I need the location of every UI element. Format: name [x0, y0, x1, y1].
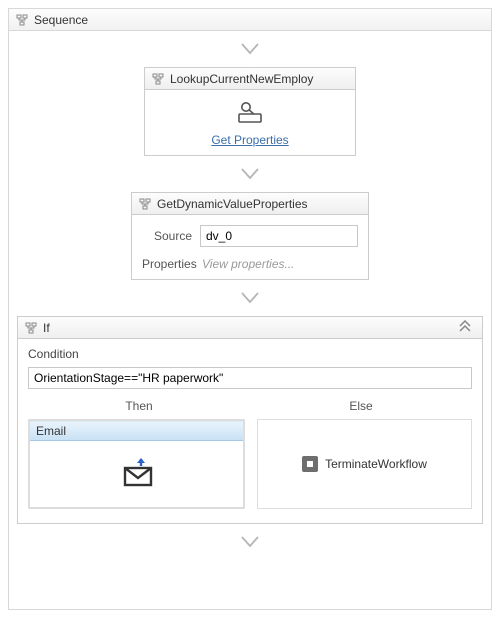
else-label: Else	[250, 399, 472, 413]
if-header[interactable]: If	[18, 317, 482, 339]
stop-icon	[302, 456, 318, 472]
then-branch[interactable]: Email	[28, 419, 245, 509]
lookup-activity[interactable]: LookupCurrentNewEmploy Get Properties	[144, 67, 356, 156]
flow-connector-3[interactable]	[9, 290, 491, 306]
email-activity-body	[30, 441, 243, 507]
flow-connector-1[interactable]	[9, 41, 491, 57]
workflow-icon	[24, 321, 38, 335]
dynprops-title: GetDynamicValueProperties	[157, 197, 308, 211]
get-dynamic-value-properties-activity[interactable]: GetDynamicValueProperties Source Propert…	[131, 192, 369, 280]
email-activity-header[interactable]: Email	[30, 421, 243, 441]
workflow-icon	[138, 197, 152, 211]
sequence-title: Sequence	[34, 13, 88, 27]
then-label: Then	[28, 399, 250, 413]
lookup-header[interactable]: LookupCurrentNewEmploy	[145, 68, 355, 90]
else-branch[interactable]: TerminateWorkflow	[257, 419, 472, 509]
collapse-icon[interactable]	[458, 320, 476, 335]
view-properties-link[interactable]: View properties...	[200, 257, 358, 271]
terminate-label: TerminateWorkflow	[325, 457, 427, 471]
dynprops-header[interactable]: GetDynamicValueProperties	[132, 193, 368, 215]
source-input[interactable]	[200, 225, 358, 247]
condition-label: Condition	[28, 347, 472, 361]
source-label: Source	[142, 229, 200, 243]
if-title: If	[43, 321, 50, 335]
workflow-icon	[151, 72, 165, 86]
flow-connector-2[interactable]	[9, 166, 491, 182]
lookup-body: Get Properties	[145, 90, 355, 155]
if-activity[interactable]: If Condition Then Else Email	[17, 316, 483, 524]
condition-input[interactable]	[28, 367, 472, 389]
sequence-icon	[15, 13, 29, 27]
sequence-designer: Sequence LookupCurrentNewEmploy	[8, 8, 492, 610]
terminate-workflow-activity[interactable]: TerminateWorkflow	[302, 456, 427, 472]
get-properties-link[interactable]: Get Properties	[211, 133, 288, 147]
if-body: Condition Then Else Email	[18, 339, 482, 523]
email-title: Email	[36, 424, 66, 438]
lookup-title: LookupCurrentNewEmploy	[170, 72, 313, 86]
properties-label: Properties	[142, 257, 200, 271]
sequence-header[interactable]: Sequence	[9, 9, 491, 31]
lookup-properties-icon	[235, 100, 265, 127]
flow-connector-4[interactable]	[9, 534, 491, 550]
send-mail-icon	[119, 458, 155, 491]
